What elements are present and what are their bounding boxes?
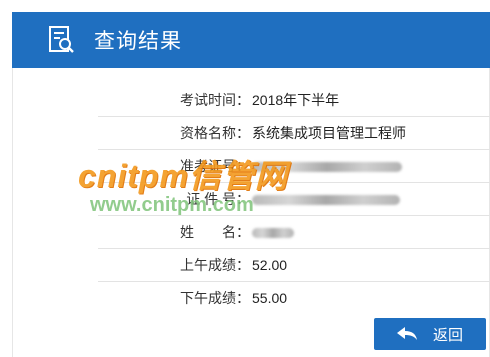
back-button-label: 返回: [432, 326, 463, 344]
results-list: 考试时间： 2018年下半年 资格名称： 系统集成项目管理工程师 准考证号： 证…: [98, 84, 490, 314]
id-no-label: 证 件 号：: [186, 191, 250, 207]
afternoon-score-value: 55.00: [252, 290, 288, 306]
qualification-value: 系统集成项目管理工程师: [252, 125, 406, 141]
morning-score-value: 52.00: [252, 257, 288, 273]
back-button[interactable]: 返回: [374, 318, 486, 350]
row-exam-time: 考试时间： 2018年下半年: [98, 84, 490, 117]
row-admission-no: 准考证号：: [98, 150, 490, 183]
page-title: 查询结果: [94, 30, 182, 53]
row-id-no: 证 件 号：: [98, 183, 490, 216]
afternoon-score-label: 下午成绩：: [180, 290, 250, 306]
redacted-admission-no: [252, 162, 402, 173]
back-arrow-icon: [396, 327, 417, 340]
id-no-value: [250, 191, 400, 207]
page-header: 查询结果: [12, 12, 490, 68]
exam-time-label: 考试时间：: [180, 92, 250, 108]
redacted-name: [252, 228, 294, 239]
row-morning-score: 上午成绩： 52.00: [98, 249, 490, 282]
name-label: 姓 名：: [180, 224, 250, 240]
row-afternoon-score: 下午成绩： 55.00: [98, 282, 490, 314]
name-value: [250, 224, 294, 240]
redacted-id-no: [252, 195, 400, 206]
row-qualification: 资格名称： 系统集成项目管理工程师: [98, 117, 490, 150]
exam-time-value: 2018年下半年: [252, 92, 340, 108]
admission-no-value: [250, 158, 402, 174]
morning-score-label: 上午成绩：: [180, 257, 250, 273]
row-name: 姓 名：: [98, 216, 490, 249]
qualification-label: 资格名称：: [180, 125, 250, 141]
admission-no-label: 准考证号：: [180, 158, 250, 174]
search-document-icon: [49, 26, 74, 53]
